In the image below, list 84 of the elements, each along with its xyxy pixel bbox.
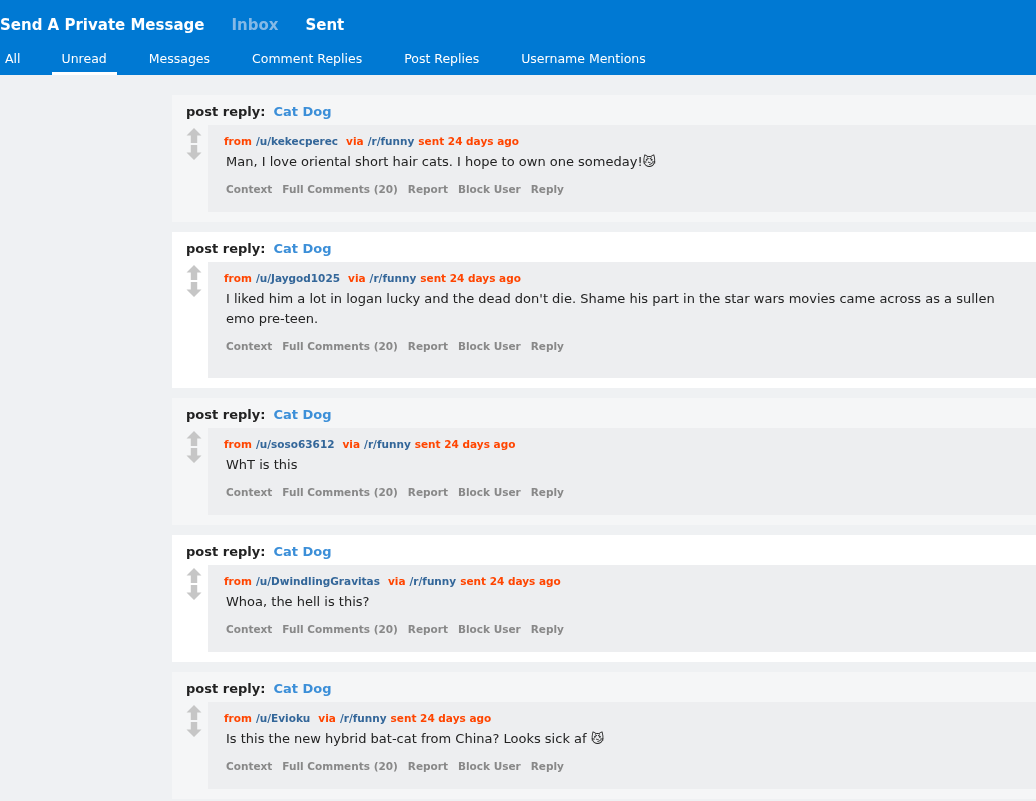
post-title-link[interactable]: Cat Dog [273, 681, 332, 696]
via-label: via [318, 712, 336, 724]
message-body: Is this the new hybrid bat-cat from China? Looks sick af 😼 [225, 730, 606, 748]
post-title-link[interactable]: Cat Dog [273, 104, 332, 119]
from-label: from [224, 272, 252, 284]
message-type-label: post reply: [186, 544, 266, 559]
action-link[interactable]: Reply [530, 623, 564, 635]
message-type-label: post reply: [186, 104, 266, 119]
action-link[interactable]: Report [407, 183, 448, 195]
action-link[interactable]: Context [226, 623, 273, 635]
action-link[interactable]: Report [407, 486, 448, 498]
action-link[interactable]: Report [407, 340, 448, 352]
action-link[interactable]: Context [226, 760, 273, 772]
message-body: I liked him a lot in logan lucky and the dead don't die. Shame his part in the star wars movies came across as a sullen emo pre-teen. [225, 290, 996, 328]
sent-time: sent 24 days ago [414, 438, 516, 450]
sent-time: sent 24 days ago [390, 712, 492, 724]
tab[interactable]: Comment Replies [242, 47, 373, 75]
action-link[interactable]: Block User [458, 623, 521, 635]
action-link[interactable]: Reply [530, 486, 564, 498]
message-body: Man, I love oriental short hair cats. I hope to own one someday!😼 [225, 153, 658, 171]
action-link[interactable]: Block User [458, 183, 521, 195]
tab[interactable]: All [5, 47, 21, 75]
upvote-arrow-icon[interactable] [186, 568, 202, 583]
username-link[interactable]: /u/kekecperec [255, 135, 339, 147]
action-link[interactable]: Full Comments (20) [282, 623, 398, 635]
action-link[interactable]: Full Comments (20) [282, 760, 398, 772]
from-label: from [224, 438, 252, 450]
username-link[interactable]: /u/Evioku [255, 712, 311, 724]
action-link[interactable]: Report [407, 623, 448, 635]
subreddit-link[interactable]: /r/funny [369, 272, 417, 284]
action-link[interactable]: Reply [530, 760, 564, 772]
upvote-arrow-icon[interactable] [186, 431, 202, 446]
action-link[interactable]: Block User [458, 760, 521, 772]
sent-time: sent 24 days ago [418, 135, 519, 147]
action-link[interactable]: Full Comments (20) [282, 340, 398, 352]
via-label: via [348, 272, 366, 284]
downvote-arrow-icon[interactable] [186, 448, 202, 463]
action-link[interactable]: Block User [458, 486, 521, 498]
tab[interactable]: Unread [51, 47, 117, 75]
message-type-label: post reply: [186, 407, 266, 422]
from-label: from [224, 712, 252, 724]
action-link[interactable]: Context [226, 486, 273, 498]
subreddit-link[interactable]: /r/funny [367, 135, 415, 147]
post-title-link[interactable]: Cat Dog [273, 544, 332, 559]
post-title-link[interactable]: Cat Dog [273, 241, 332, 256]
via-label: via [342, 438, 361, 450]
downvote-arrow-icon[interactable] [186, 722, 202, 737]
header-link[interactable]: Send A Private Message [0, 15, 205, 34]
message-type-label: post reply: [186, 241, 266, 256]
header-link[interactable]: Sent [305, 15, 345, 34]
action-link[interactable]: Context [226, 340, 273, 352]
action-link[interactable]: Reply [530, 183, 564, 195]
action-link[interactable]: Full Comments (20) [282, 486, 398, 498]
message-type-label: post reply: [186, 681, 266, 696]
downvote-arrow-icon[interactable] [186, 145, 202, 160]
action-link[interactable]: Context [226, 183, 273, 195]
action-link[interactable]: Reply [530, 340, 564, 352]
subreddit-link[interactable]: /r/funny [409, 575, 457, 587]
action-link[interactable]: Report [407, 760, 448, 772]
header-link[interactable]: Inbox [231, 15, 279, 34]
sent-time: sent 24 days ago [420, 272, 521, 284]
post-title-link[interactable]: Cat Dog [273, 407, 332, 422]
from-label: from [224, 575, 252, 587]
subreddit-link[interactable]: /r/funny [364, 438, 411, 450]
username-link[interactable]: /u/DwindlingGravitas [255, 575, 380, 587]
tab[interactable]: Username Mentions [511, 47, 656, 75]
via-label: via [346, 135, 364, 147]
downvote-arrow-icon[interactable] [186, 585, 202, 600]
action-link[interactable]: Full Comments (20) [282, 183, 398, 195]
message-body: WhT is this [225, 456, 299, 474]
subreddit-link[interactable]: /r/funny [339, 712, 387, 724]
message-body: Whoa, the hell is this? [225, 593, 371, 611]
via-label: via [387, 575, 406, 587]
action-link[interactable]: Block User [458, 340, 521, 352]
sent-time: sent 24 days ago [460, 575, 561, 587]
downvote-arrow-icon[interactable] [186, 282, 202, 297]
upvote-arrow-icon[interactable] [186, 128, 202, 143]
upvote-arrow-icon[interactable] [186, 265, 202, 280]
tab[interactable]: Messages [138, 47, 221, 75]
username-link[interactable]: /u/Jaygod1025 [255, 272, 341, 284]
from-label: from [224, 135, 252, 147]
username-link[interactable]: /u/soso63612 [255, 438, 335, 450]
upvote-arrow-icon[interactable] [186, 705, 202, 720]
tab[interactable]: Post Replies [394, 47, 490, 75]
